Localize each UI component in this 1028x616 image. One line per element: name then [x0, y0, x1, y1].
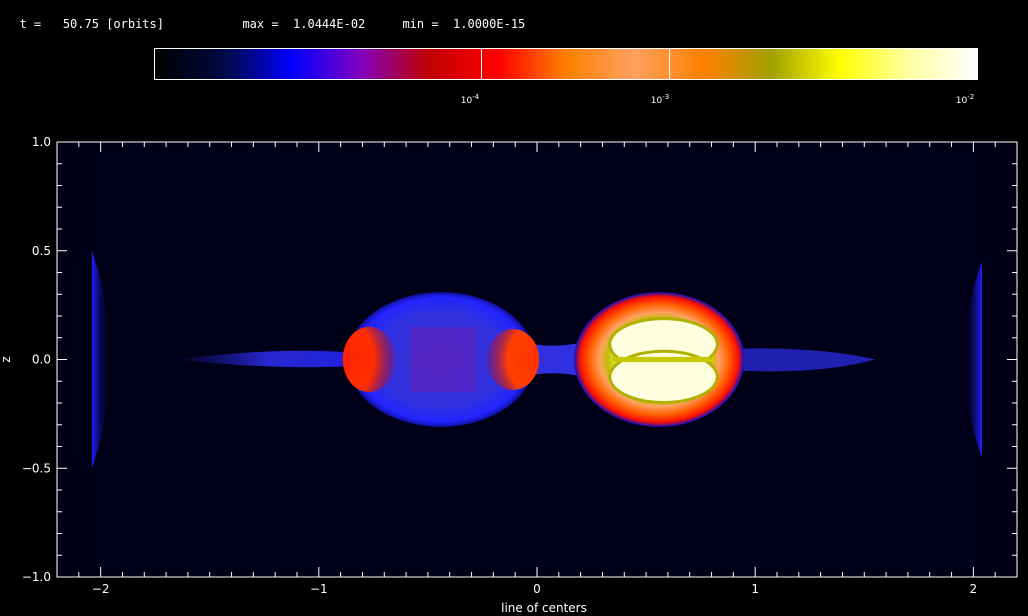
y-axis-label: z — [0, 356, 13, 362]
y-tick-label: 1.0 — [32, 135, 51, 149]
y-tick-label: −0.5 — [22, 461, 51, 475]
left-lobe-hotspot-west — [342, 326, 396, 393]
density-plot: −2 −1 0 1 2 −1.0 −0.5 0.0 0.5 1.0 line of centers z — [0, 135, 1018, 615]
left-lobe-hotspot-east — [486, 329, 540, 390]
x-tick-label: 0 — [533, 582, 541, 596]
y-tick-label: 0.0 — [32, 353, 51, 367]
x-tick-label: −2 — [92, 582, 110, 596]
x-tick-label: −1 — [310, 582, 328, 596]
right-core-midplane — [612, 356, 715, 363]
y-tick-label: 0.5 — [32, 244, 51, 258]
x-axis-label: line of centers — [501, 601, 587, 615]
y-tick-label: −1.0 — [22, 570, 51, 584]
x-tick-label: 1 — [751, 582, 759, 596]
x-tick-label: 2 — [970, 582, 978, 596]
left-lobe-core — [410, 326, 476, 393]
